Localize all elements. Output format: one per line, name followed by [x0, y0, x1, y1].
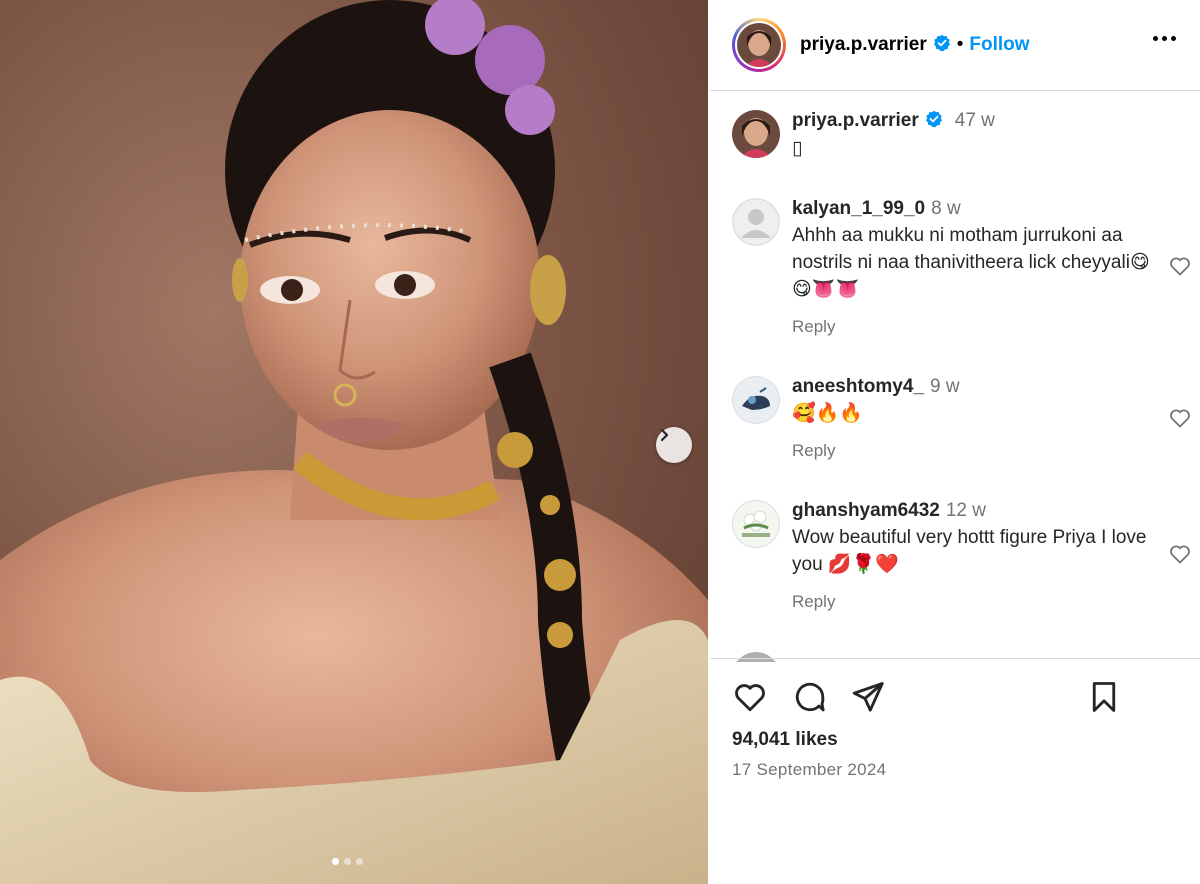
comment-timestamp: 9 w — [930, 376, 960, 397]
caption-text: ▯ — [792, 138, 803, 160]
caption-author-avatar[interactable] — [732, 110, 780, 158]
comment-timestamp: 8 w — [931, 198, 961, 219]
author-avatar — [737, 23, 781, 67]
comment-icon[interactable] — [792, 679, 828, 715]
post-date: 17 September 2024 — [732, 760, 887, 779]
carousel-dot — [356, 858, 363, 865]
author-username[interactable]: priya.p.varrier — [800, 34, 927, 56]
post-actions: 94,041 likes 17 September 2024 — [710, 658, 1200, 884]
comment-like-heart-icon[interactable] — [1168, 406, 1192, 430]
comment-text: Ahhh aa mukku ni motham jurrukoni aa nos… — [792, 225, 1150, 300]
more-options-icon[interactable] — [1153, 36, 1176, 41]
comments-list[interactable]: priya.p.varrier 47 w ▯ kalyan_1_99_0 8 w A… — [710, 92, 1200, 657]
comment-username[interactable]: kalyan_1_99_0 — [792, 198, 925, 219]
bookmark-icon[interactable] — [1086, 679, 1122, 715]
heart-icon[interactable] — [732, 679, 768, 715]
reply-button[interactable]: Reply — [792, 317, 1152, 337]
default-avatar-icon[interactable] — [732, 198, 780, 246]
reply-button[interactable]: Reply — [792, 592, 1152, 612]
verified-badge-icon — [925, 110, 943, 133]
next-slide-button[interactable] — [656, 427, 692, 463]
share-icon[interactable] — [850, 679, 886, 715]
carousel-dot — [344, 858, 351, 865]
comment-username[interactable]: ghanshyam6432 — [792, 500, 940, 521]
caption-username[interactable]: priya.p.varrier — [792, 110, 919, 131]
comment-timestamp: 12 w — [945, 500, 986, 521]
photo-avatar[interactable] — [732, 376, 780, 424]
comment-text: Wow beautiful very hottt figure Priya I … — [792, 527, 1147, 575]
chevron-right-icon — [660, 428, 669, 442]
header-separator: • — [956, 34, 964, 55]
comment-like-heart-icon[interactable] — [1168, 542, 1192, 566]
post-media[interactable] — [0, 0, 708, 884]
comment-text: 🥰🔥🔥 — [792, 403, 863, 424]
comment-username[interactable]: aneeshtomy4_ — [792, 376, 924, 397]
post-photo — [0, 0, 708, 884]
likes-count[interactable]: 94,041 likes — [732, 729, 838, 751]
verified-badge-icon — [933, 34, 951, 57]
author-avatar-ring[interactable] — [732, 18, 786, 72]
caption-timestamp: 47 w — [954, 110, 995, 131]
reply-button[interactable]: Reply — [792, 441, 1152, 461]
carousel-indicator — [332, 858, 363, 865]
flowers-avatar[interactable] — [732, 500, 780, 548]
post-side-panel: priya.p.varrier • Follow priya.p.varrier… — [710, 0, 1200, 884]
comment-like-heart-icon[interactable] — [1168, 254, 1192, 278]
follow-button[interactable]: Follow — [969, 34, 1029, 56]
post-header: priya.p.varrier • Follow — [710, 0, 1200, 91]
carousel-dot-active — [332, 858, 339, 865]
